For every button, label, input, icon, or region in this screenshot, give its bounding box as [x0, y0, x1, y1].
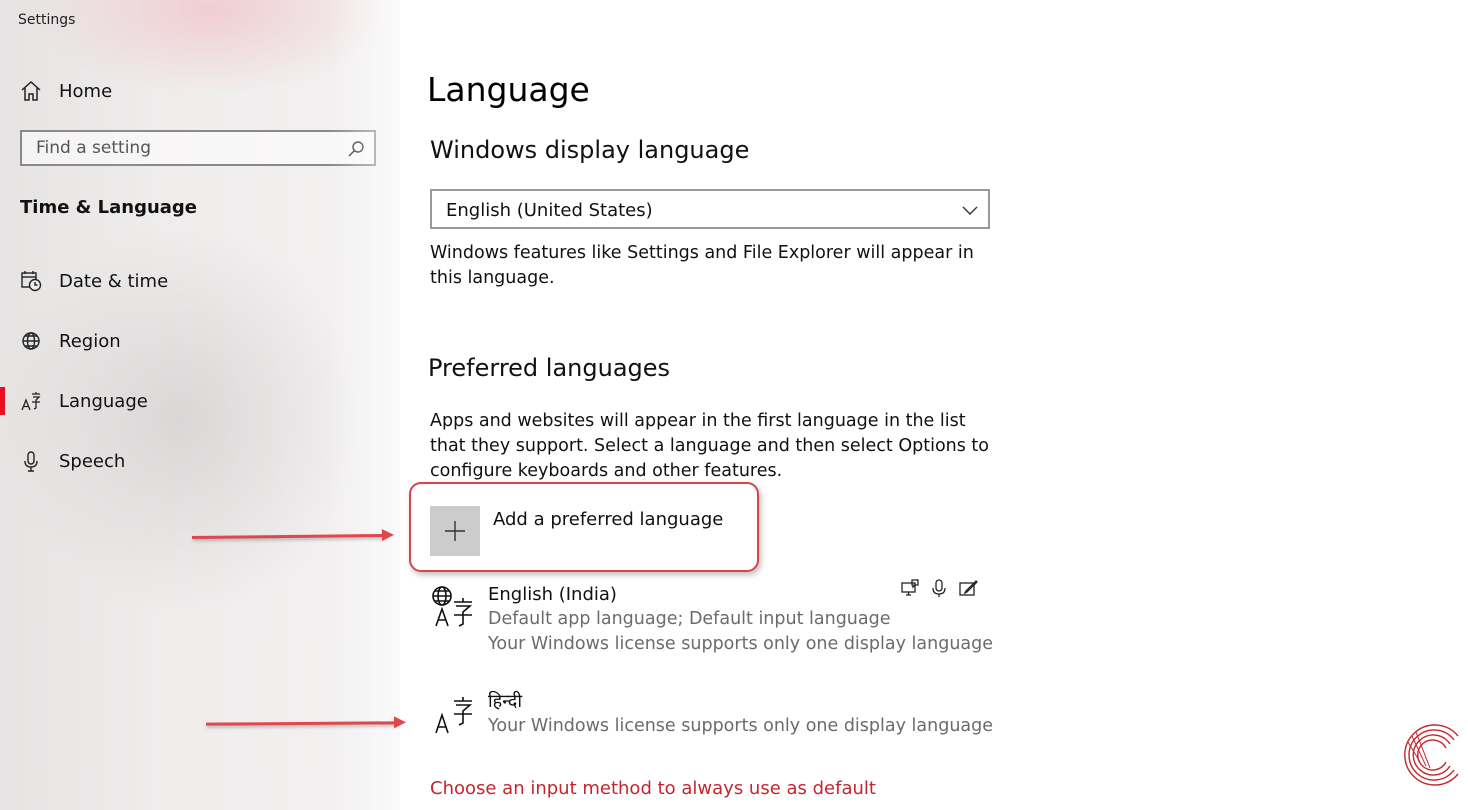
search-icon[interactable] [346, 139, 366, 159]
sidebar-item-label: Language [59, 390, 148, 412]
input-method-link[interactable]: Choose an input method to always use as … [430, 778, 876, 799]
language-item-hindi[interactable]: हिन्दी Your Windows license supports onl… [430, 689, 994, 739]
globe-icon [20, 330, 42, 352]
language-license-note: Your Windows license supports only one d… [488, 634, 994, 654]
chevron-down-icon [962, 202, 978, 218]
sidebar-item-language[interactable]: Language [0, 376, 400, 426]
display-language-value: English (United States) [446, 200, 653, 221]
language-feature-icons [900, 578, 980, 600]
sidebar-item-speech[interactable]: Speech [0, 436, 400, 486]
sidebar-item-region[interactable]: Region [0, 316, 400, 366]
home-icon [20, 80, 42, 102]
sidebar-item-label: Speech [59, 450, 126, 472]
microphone-icon [929, 578, 949, 598]
language-license-note: Your Windows license supports only one d… [488, 716, 994, 736]
sidebar: Settings Home Time & Language Date & tim… [0, 0, 400, 810]
language-icon [20, 390, 42, 412]
microphone-icon [20, 450, 42, 472]
highlight-box [409, 482, 759, 572]
sidebar-item-home[interactable]: Home [0, 66, 400, 116]
language-pack-icon [430, 693, 476, 739]
language-name: English (India) [488, 584, 617, 605]
logo-watermark-icon [1404, 724, 1459, 786]
calendar-clock-icon [20, 270, 42, 292]
display-language-select[interactable]: English (United States) [430, 189, 990, 229]
sidebar-item-label: Date & time [59, 270, 169, 292]
preferred-languages-description: Apps and websites will appear in the fir… [430, 411, 990, 481]
sidebar-item-label: Region [59, 330, 121, 352]
display-language-heading: Windows display language [430, 136, 750, 164]
app-title: Settings [18, 12, 76, 28]
preferred-languages-heading: Preferred languages [428, 354, 671, 382]
main-content: Language Windows display language Englis… [400, 0, 1468, 810]
handwriting-icon [958, 578, 978, 598]
section-title: Time & Language [20, 197, 198, 218]
sidebar-item-date-time[interactable]: Date & time [0, 256, 400, 306]
sidebar-item-label: Home [59, 80, 113, 102]
display-speech-icon [900, 578, 920, 598]
language-name: हिन्दी [488, 691, 523, 712]
search-input[interactable] [22, 132, 342, 164]
language-pack-icon [430, 584, 476, 630]
language-item-english-india[interactable]: English (India) Default app language; De… [430, 579, 994, 654]
search-box [20, 130, 376, 166]
page-title: Language [427, 70, 590, 109]
display-language-description: Windows features like Settings and File … [430, 243, 974, 288]
language-status: Default app language; Default input lang… [488, 609, 891, 629]
